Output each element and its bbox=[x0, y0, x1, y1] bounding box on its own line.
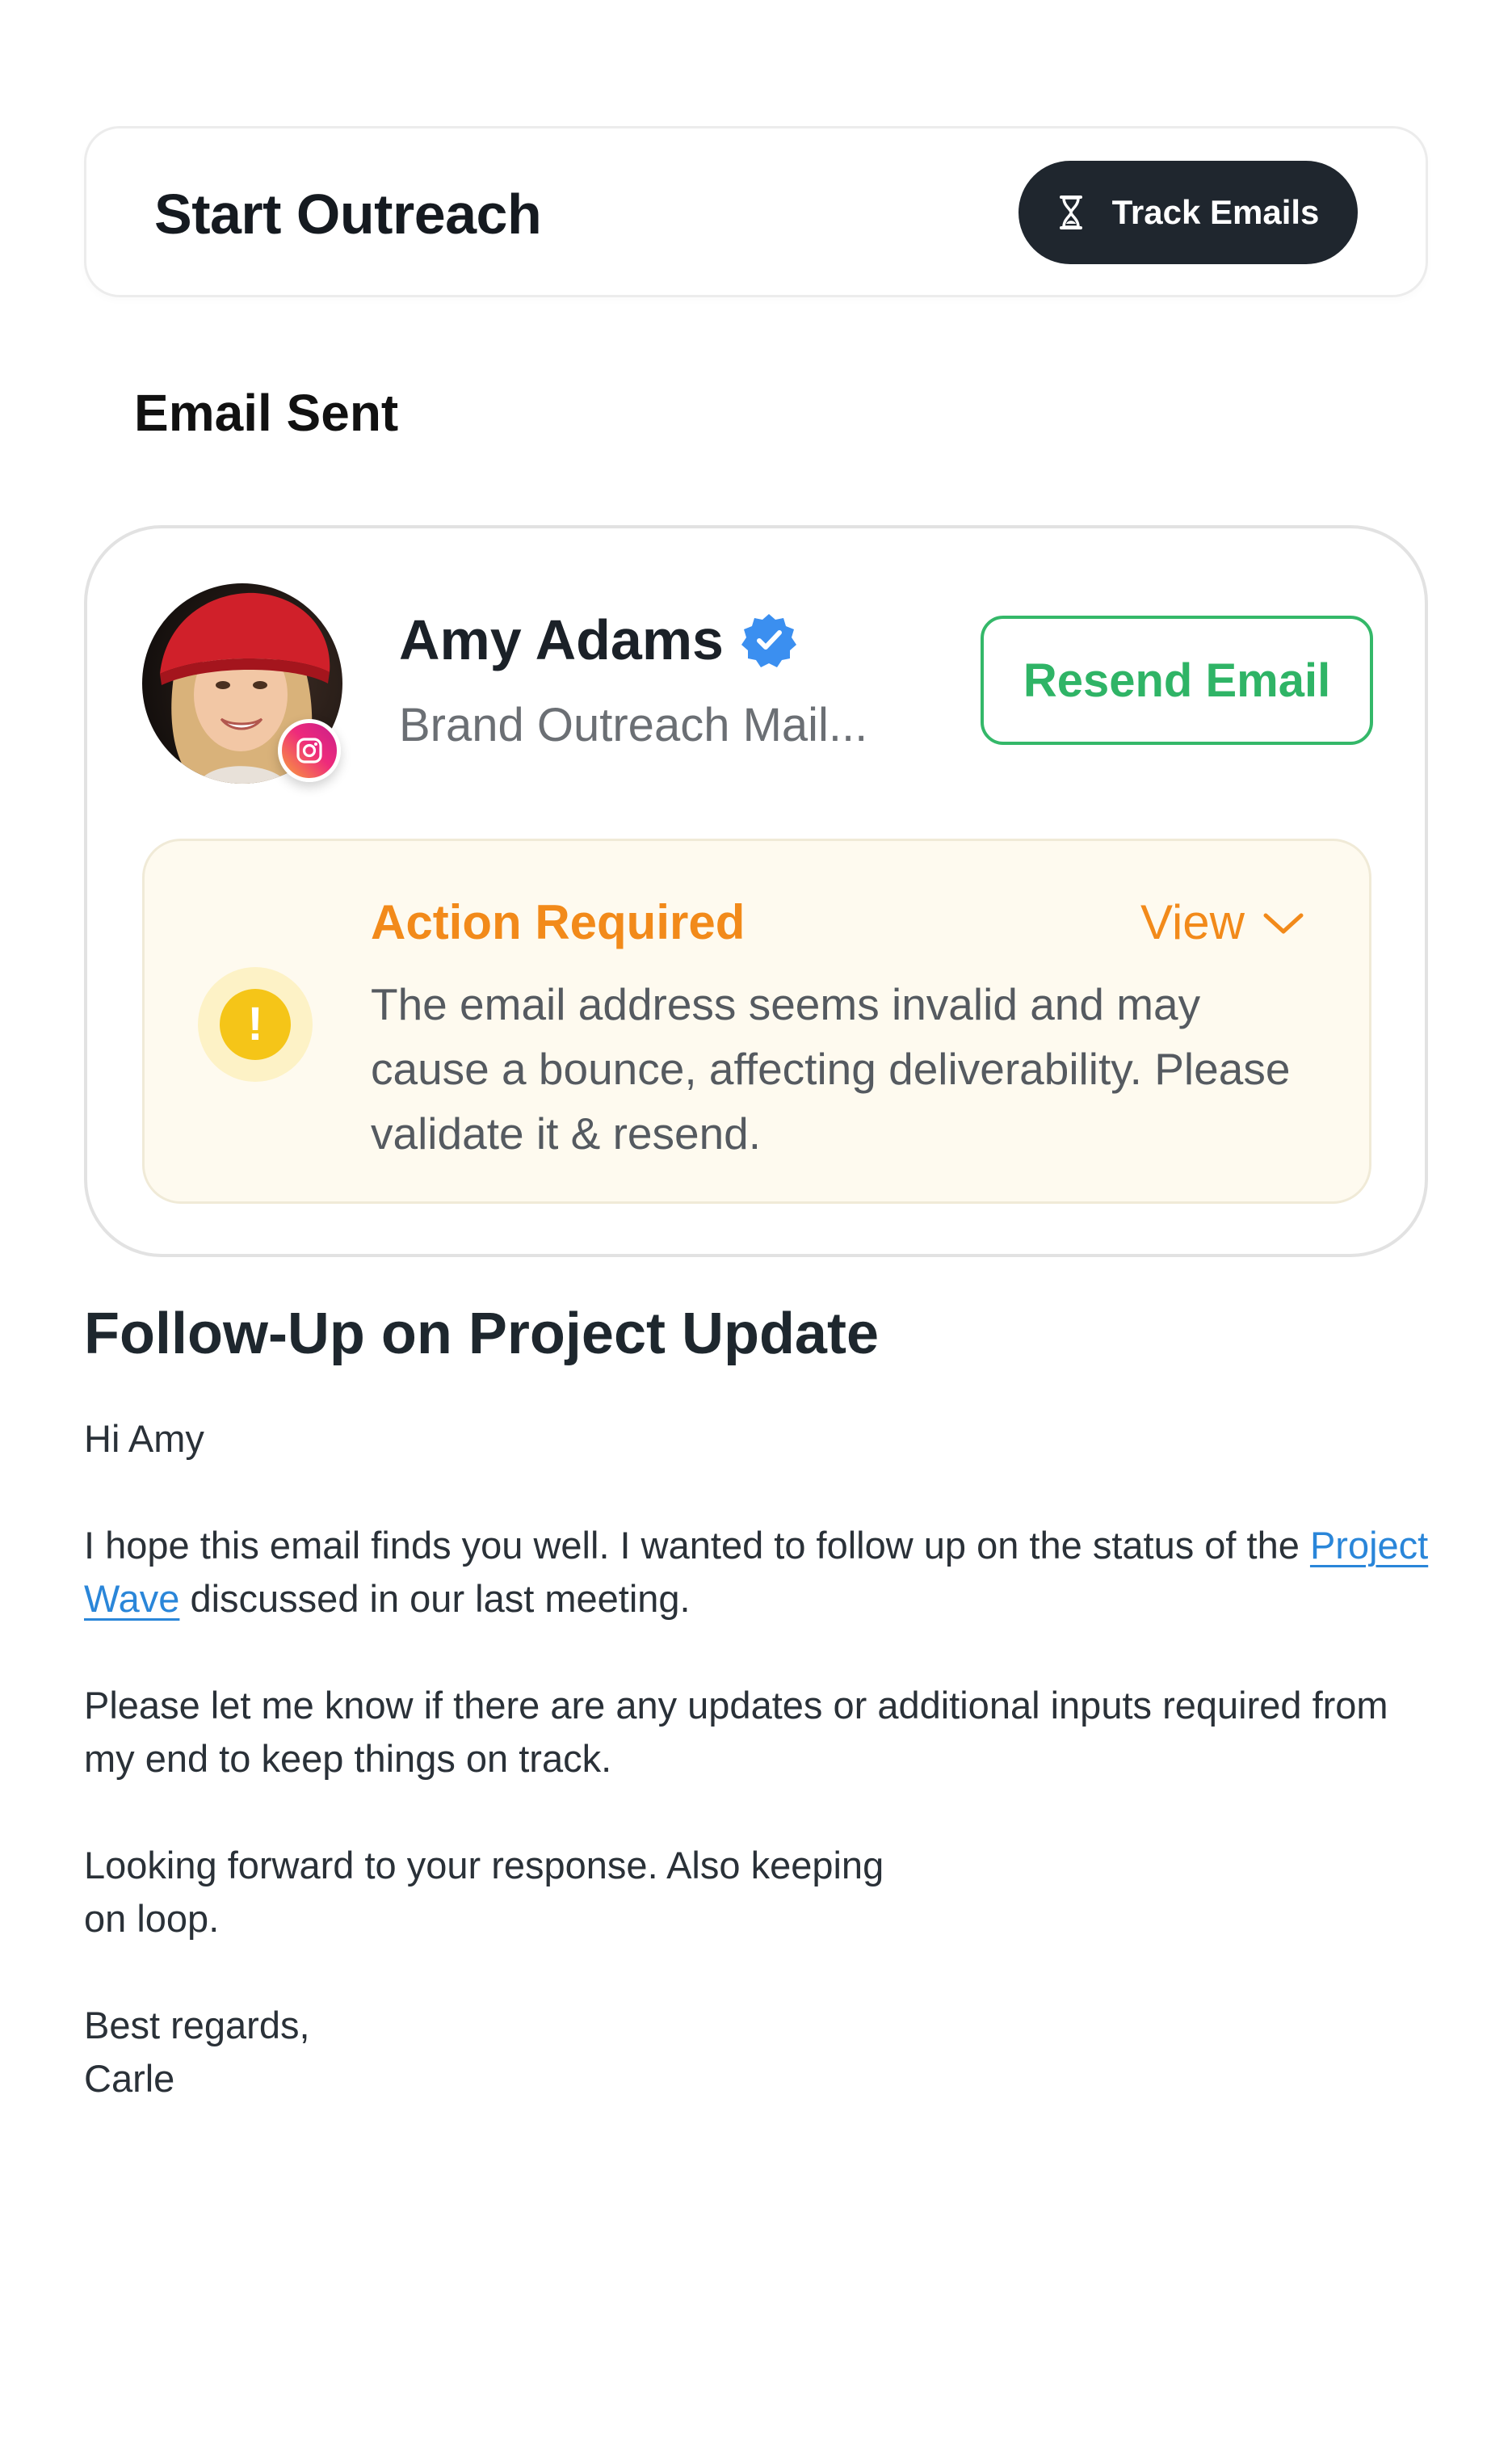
contact-name: Amy Adams bbox=[399, 608, 724, 671]
verified-badge-icon bbox=[741, 614, 796, 667]
email-signature: Carle bbox=[84, 2057, 175, 2100]
email-paragraph-1: I hope this email finds you well. I want… bbox=[84, 1519, 1457, 1626]
email-signoff-block: Best regards, Carle bbox=[84, 1999, 1457, 2105]
action-required-alert: ! Action Required View The email address… bbox=[142, 839, 1371, 1204]
page-title: Start Outreach bbox=[154, 183, 542, 246]
instagram-icon bbox=[296, 738, 322, 763]
alert-message: The email address seems invalid and may … bbox=[371, 979, 1291, 1159]
section-title: Email Sent bbox=[134, 384, 399, 442]
resend-email-button[interactable]: Resend Email bbox=[981, 616, 1373, 745]
paragraph-1-end: discussed in our last meeting. bbox=[179, 1577, 691, 1620]
page: Start Outreach Track Emails Email Sent A… bbox=[0, 0, 1512, 2448]
track-emails-button[interactable]: Track Emails bbox=[1018, 161, 1358, 264]
paragraph-3-line-2: on loop. bbox=[84, 1897, 220, 1940]
chevron-down-icon bbox=[1263, 913, 1304, 933]
track-emails-label: Track Emails bbox=[1111, 193, 1320, 231]
alert-title: Action Required bbox=[371, 895, 746, 949]
paragraph-1-start: I hope this email finds you well. I want… bbox=[84, 1524, 1310, 1567]
exclamation-icon: ! bbox=[220, 989, 291, 1060]
email-subject: Follow-Up on Project Update bbox=[84, 1302, 879, 1366]
email-paragraph-2: Please let me know if there are any upda… bbox=[84, 1684, 1388, 1780]
hourglass-icon bbox=[1059, 196, 1082, 229]
email-signoff: Best regards, bbox=[84, 2004, 310, 2046]
view-label: View bbox=[1140, 895, 1245, 949]
email-paragraph-3: Looking forward to your response. Also k… bbox=[84, 1839, 1457, 1945]
contact-name-row: Amy Adams bbox=[399, 608, 798, 672]
view-toggle[interactable]: View bbox=[1140, 894, 1304, 950]
email-greeting: Hi Amy bbox=[84, 1417, 204, 1460]
contact-subtitle: Brand Outreach Mail... bbox=[399, 699, 868, 751]
instagram-badge bbox=[278, 719, 341, 782]
warning-icon-ring: ! bbox=[198, 967, 313, 1082]
header-card: Start Outreach Track Emails bbox=[84, 126, 1428, 297]
email-body: Hi Amy I hope this email finds you well.… bbox=[84, 1412, 1457, 2159]
paragraph-3-line-1: Looking forward to your response. Also k… bbox=[84, 1844, 884, 1886]
avatar-container[interactable] bbox=[142, 583, 342, 784]
contact-card: Amy Adams Brand Outreach Mail... Resend … bbox=[84, 525, 1428, 1257]
